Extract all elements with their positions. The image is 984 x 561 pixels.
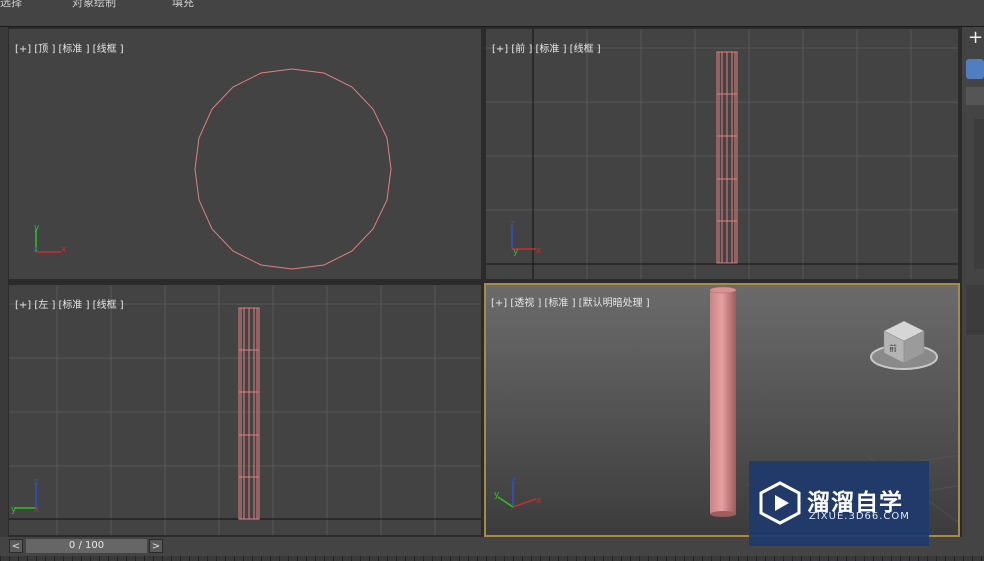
geometry-tab-icon[interactable]	[966, 59, 984, 79]
axis-x-label: x	[61, 245, 67, 255]
axis-y-label: y	[34, 223, 40, 233]
top-view-canvas: y z x	[33, 68, 392, 270]
command-panel: +	[962, 27, 984, 537]
viewport-perspective-label[interactable]: [+] [透视 ] [标准 ] [默认明暗处理 ]	[491, 294, 650, 309]
axis-gizmo	[35, 229, 61, 253]
viewport-top-label[interactable]: [+] [顶 ] [标准 ] [线框 ]	[15, 40, 124, 55]
menu-item-select[interactable]: 选择	[0, 0, 22, 10]
svg-text:z: z	[510, 219, 515, 229]
left-toolbar	[0, 27, 8, 537]
timeline-ticks[interactable]	[0, 556, 984, 561]
cylinder-shaded	[709, 286, 737, 517]
panel-dropdown[interactable]	[966, 87, 984, 105]
cylinder-left-wireframe	[238, 307, 260, 520]
svg-text:x: x	[34, 505, 40, 515]
left-view-canvas: z y x	[9, 285, 481, 535]
viewport-left-label[interactable]: [+] [左 ] [标准 ] [线框 ]	[15, 296, 124, 311]
viewport-front[interactable]: z y x [+] [前 ] [标准 ] [线框 ]	[486, 29, 958, 279]
svg-text:z: z	[511, 476, 516, 486]
viewcube-icon: 前	[870, 320, 938, 370]
watermark-logo-icon	[759, 481, 801, 525]
svg-text:z: z	[34, 477, 39, 487]
svg-text:x: x	[536, 496, 542, 506]
svg-text:x: x	[536, 246, 542, 256]
menu-item-populate[interactable]: 填充	[172, 0, 194, 10]
svg-text:y: y	[513, 247, 519, 257]
viewport-front-label[interactable]: [+] [前 ] [标准 ] [线框 ]	[492, 40, 601, 55]
front-view-canvas: z y x	[486, 29, 958, 279]
panel-buttons-column[interactable]	[974, 119, 984, 269]
axis-z-label: z	[33, 245, 38, 255]
svg-text:y: y	[494, 490, 500, 500]
viewport-left[interactable]: z y x [+] [左 ] [标准 ] [线框 ]	[9, 285, 481, 535]
create-plus-icon[interactable]: +	[968, 29, 984, 47]
viewport-top[interactable]: y z x [+] [顶 ] [标准 ] [线框 ]	[9, 29, 481, 279]
panel-rollout	[966, 285, 984, 335]
cylinder-top-outline	[194, 68, 392, 270]
watermark-url: ZIXUE.3D66.COM	[809, 511, 910, 522]
viewcube-face-label: 前	[889, 343, 897, 353]
menu-bar: 选择 对象绘制 填充	[0, 0, 984, 27]
watermark: 溜溜自学 ZIXUE.3D66.COM	[749, 461, 929, 546]
timeline-prev-button[interactable]: <	[9, 539, 23, 553]
timeline-slider[interactable]: 0 / 100	[26, 539, 147, 553]
cylinder-front-wireframe	[716, 51, 738, 264]
timeline-next-button[interactable]: >	[149, 539, 163, 553]
svg-text:y: y	[11, 505, 17, 515]
menu-item-object-paint[interactable]: 对象绘制	[72, 0, 116, 10]
